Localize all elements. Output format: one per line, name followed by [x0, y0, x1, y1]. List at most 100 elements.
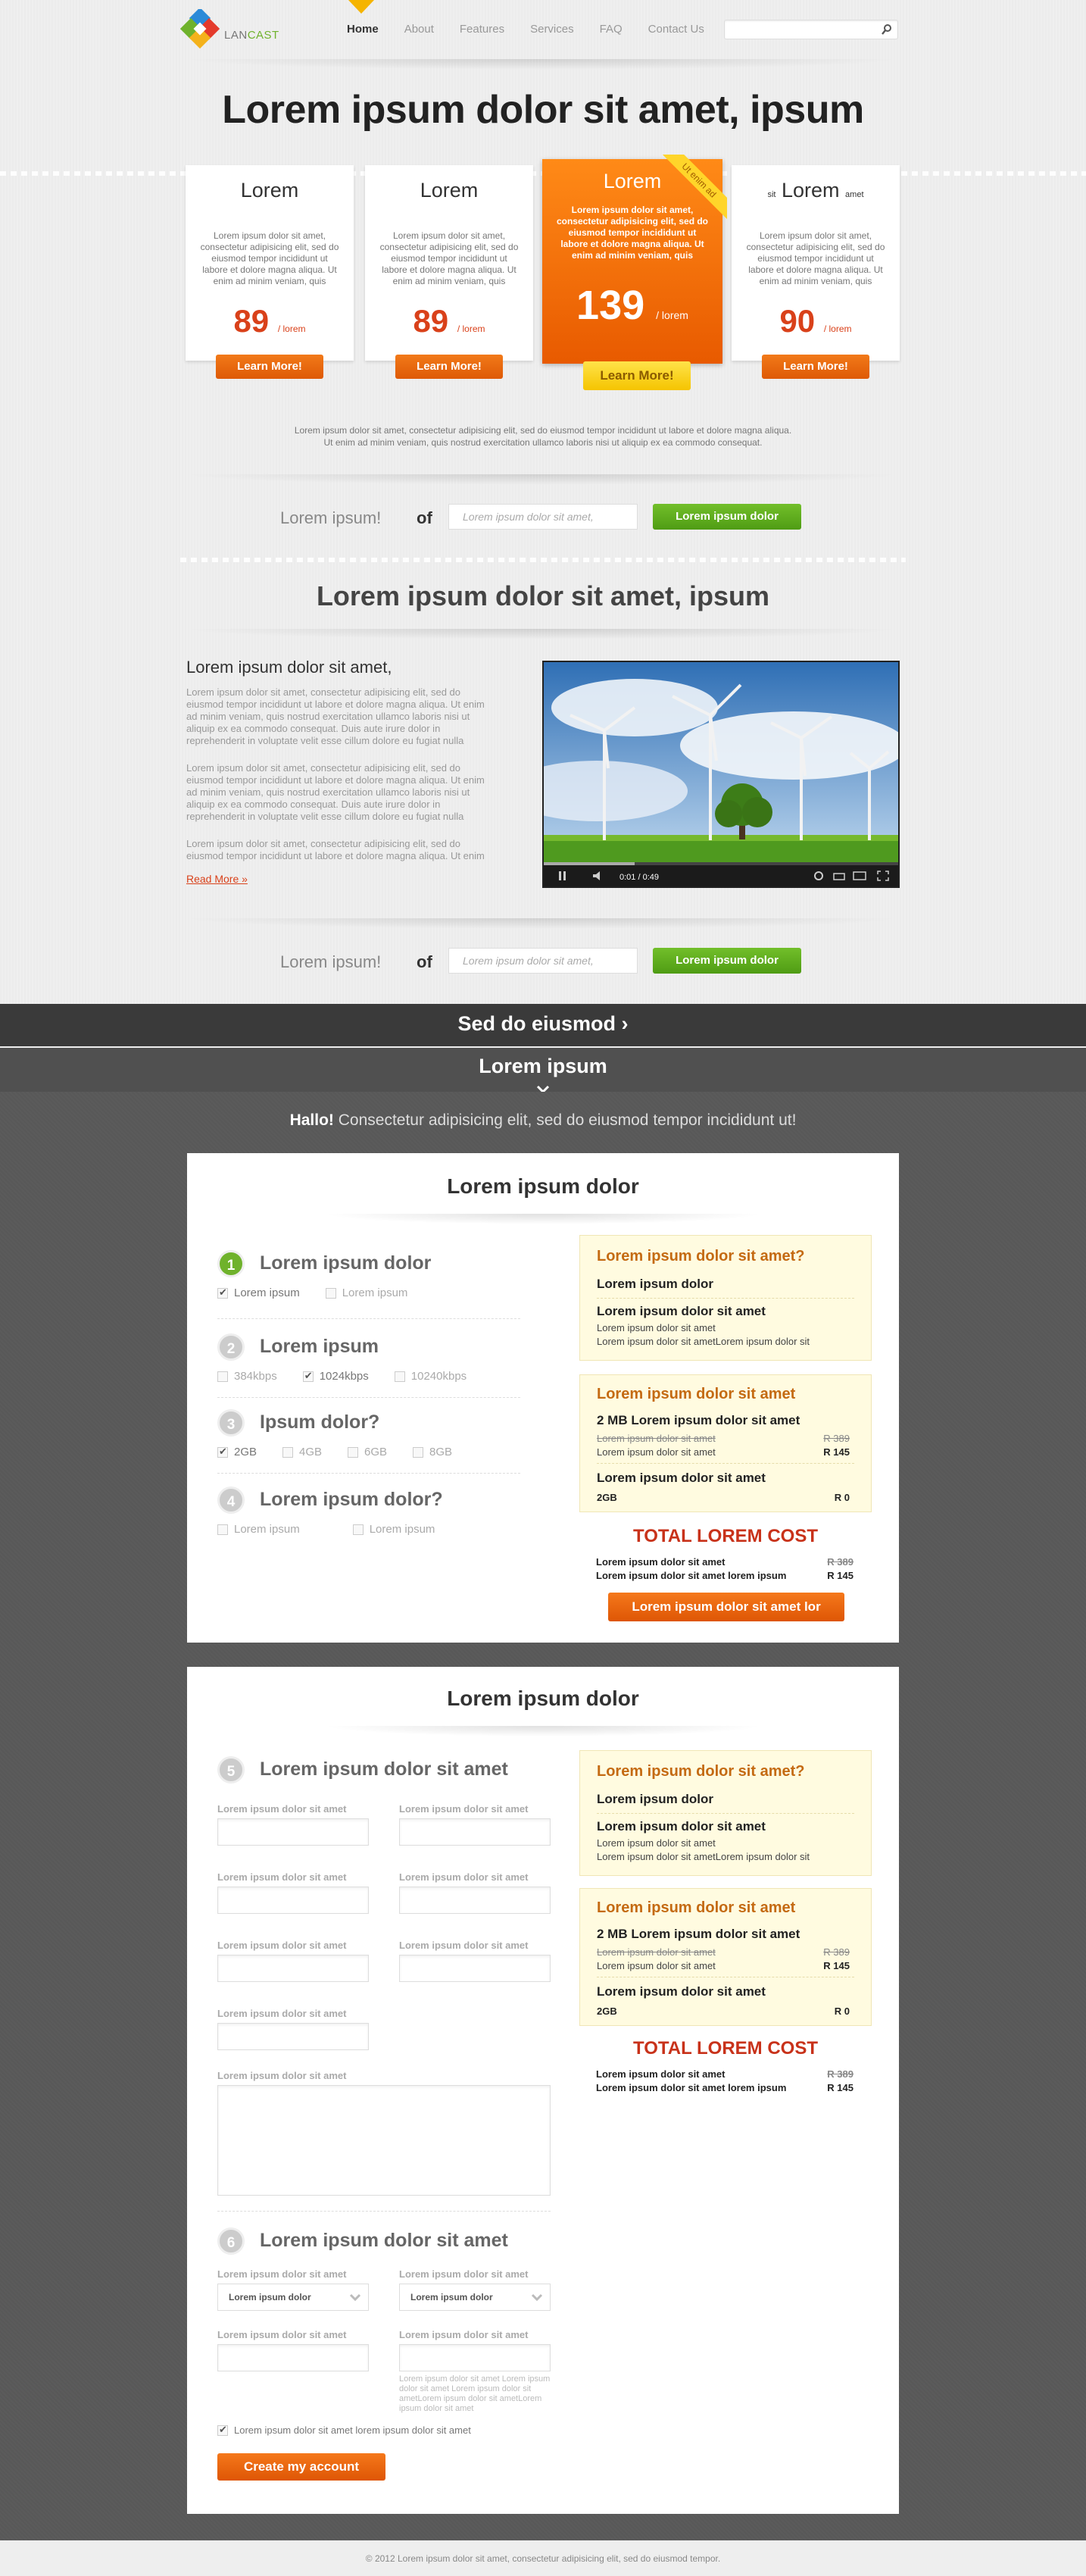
option-checkbox[interactable]: 6GB: [348, 1446, 387, 1458]
pricing-note: Lorem ipsum dolor sit amet, consectetur …: [294, 425, 792, 448]
fullscreen-icon[interactable]: [877, 871, 889, 881]
nav-faq[interactable]: FAQ: [600, 23, 623, 36]
pricing-plan-4: sit Lorem amet Lorem ipsum dolor sit ame…: [732, 165, 900, 379]
step-title: Lorem ipsum dolor sit amet: [260, 2230, 508, 2251]
summary-box-1: Lorem ipsum dolor sit amet? Lorem ipsum …: [579, 1750, 872, 1876]
hero-title: Lorem ipsum dolor sit amet, ipsum: [222, 88, 864, 132]
pricing-plan-1: Lorem Lorem ipsum dolor sit amet, consec…: [186, 165, 354, 379]
step-number: 6: [217, 2227, 245, 2255]
plan-description: Lorem ipsum dolor sit amet, consectetur …: [746, 230, 885, 286]
option-checkbox[interactable]: Lorem ipsum: [325, 1286, 407, 1299]
summary-value: R 389: [823, 1433, 850, 1444]
select-dropdown[interactable]: Lorem ipsum dolor: [217, 2284, 369, 2311]
learn-more-button[interactable]: Learn More!: [395, 355, 503, 379]
signup-label: Lorem ipsum!: [280, 508, 382, 527]
step-number: 1: [217, 1250, 245, 1277]
nav-features[interactable]: Features: [460, 23, 504, 36]
plan-title: Lorem: [420, 179, 479, 202]
volume-icon[interactable]: [592, 871, 606, 881]
option-checkbox[interactable]: 384kbps: [217, 1370, 277, 1383]
small-player-icon[interactable]: [833, 871, 845, 880]
plan-price: 139 / lorem: [576, 283, 688, 328]
learn-more-button[interactable]: Learn More!: [583, 361, 691, 390]
continue-button[interactable]: Lorem ipsum dolor sit amet lor: [608, 1593, 844, 1621]
select-dropdown[interactable]: Lorem ipsum dolor: [399, 2284, 551, 2311]
nav-contact[interactable]: Contact Us: [648, 23, 704, 36]
field-label: Lorem ipsum dolor sit amet: [217, 1871, 347, 1883]
field-label: Lorem ipsum dolor sit amet: [217, 2329, 347, 2340]
read-more-link[interactable]: Read More »: [186, 873, 248, 885]
signup-bar: Lorem ipsum! of Lorem ipsum dolor sit am…: [280, 504, 810, 534]
field-label: Lorem ipsum dolor sit amet: [217, 2268, 347, 2280]
step-title: Ipsum dolor?: [260, 1411, 380, 1433]
step-divider: [217, 1397, 520, 1398]
main-nav: Home About Features Services FAQ Contact…: [347, 23, 730, 36]
total-row: Lorem ipsum dolor sit amet R 389: [596, 1556, 854, 1568]
summary-sub: Lorem ipsum dolor sit amet: [597, 1322, 716, 1333]
agree-checkbox[interactable]: Lorem ipsum dolor sit amet lorem ipsum d…: [217, 2424, 471, 2436]
learn-more-button[interactable]: Learn More!: [762, 355, 869, 379]
total-row: Lorem ipsum dolor sit amet R 389: [596, 2068, 854, 2080]
plan-description: Lorem ipsum dolor sit amet, consectetur …: [200, 230, 339, 286]
about-paragraph: Lorem ipsum dolor sit amet, consectetur …: [186, 838, 485, 861]
summary-row: Lorem ipsum dolor sit amet: [597, 1946, 716, 1958]
create-account-button[interactable]: Create my account: [217, 2453, 385, 2481]
plan-title: sit Lorem amet: [767, 179, 864, 202]
nav-home[interactable]: Home: [347, 23, 379, 36]
option-checkbox[interactable]: 8GB: [413, 1446, 452, 1458]
signup-input[interactable]: Lorem ipsum dolor sit amet,: [448, 504, 638, 530]
signup-button[interactable]: Lorem ipsum dolor: [653, 948, 801, 974]
text-field[interactable]: [399, 1955, 551, 1982]
card-title: Lorem ipsum dolor: [447, 1687, 639, 1710]
logo[interactable]: LANCAST: [180, 9, 279, 55]
settings-gear-icon[interactable]: [813, 871, 824, 881]
option-checkbox[interactable]: 1024kbps: [302, 1370, 369, 1383]
nav-about[interactable]: About: [404, 23, 434, 36]
logo-mark-icon: [180, 9, 220, 49]
signup-button[interactable]: Lorem ipsum dolor: [653, 504, 801, 530]
text-field[interactable]: [217, 2023, 369, 2050]
textarea-field[interactable]: [217, 2085, 551, 2196]
field-label: Lorem ipsum dolor sit amet: [217, 2070, 347, 2081]
field-label: Lorem ipsum dolor sit amet: [217, 1940, 347, 1951]
nav-services[interactable]: Services: [530, 23, 574, 36]
summary-value: R 145: [823, 1960, 850, 1971]
card-divider: [323, 1726, 763, 1737]
large-player-icon[interactable]: [853, 871, 866, 881]
field-label: Lorem ipsum dolor sit amet: [399, 1871, 529, 1883]
text-field[interactable]: [217, 1818, 369, 1846]
option-checkbox[interactable]: 4GB: [282, 1446, 322, 1458]
video-thumbnail: [544, 662, 898, 867]
search-input[interactable]: [724, 20, 898, 39]
field-hint: Lorem ipsum dolor sit amet Lorem ipsum d…: [399, 2374, 551, 2413]
learn-more-button[interactable]: Learn More!: [216, 355, 323, 379]
signup-input[interactable]: Lorem ipsum dolor sit amet,: [448, 948, 638, 974]
text-field[interactable]: [399, 1887, 551, 1914]
option-checkbox[interactable]: Lorem ipsum: [217, 1523, 300, 1536]
plan-price: 89 / lorem: [413, 303, 485, 339]
text-field[interactable]: [217, 1887, 369, 1914]
option-checkbox[interactable]: 2GB: [217, 1446, 257, 1458]
text-field[interactable]: [399, 1818, 551, 1846]
pause-icon[interactable]: [557, 871, 568, 881]
section-divider: [182, 474, 901, 485]
text-field[interactable]: [399, 2344, 551, 2371]
option-checkbox[interactable]: Lorem ipsum: [352, 1523, 435, 1536]
step-number: 2: [217, 1333, 245, 1361]
text-field[interactable]: [217, 1955, 369, 1982]
text-field[interactable]: [217, 2344, 369, 2371]
search-icon[interactable]: [881, 23, 893, 36]
about-title: Lorem ipsum dolor sit amet,: [186, 658, 392, 677]
option-checkbox[interactable]: 10240kbps: [394, 1370, 467, 1383]
signup-of: of: [417, 952, 432, 971]
summary-row: 2GB: [597, 1492, 617, 1503]
summary-title: Lorem ipsum dolor sit amet: [597, 1386, 796, 1402]
summary-line: Lorem ipsum dolor sit amet: [597, 1471, 766, 1485]
header-divider: [182, 59, 901, 70]
video-player[interactable]: 0:01 / 0:49: [542, 661, 900, 888]
field-label: Lorem ipsum dolor sit amet: [217, 1803, 347, 1815]
field-label: Lorem ipsum dolor sit amet: [399, 2268, 529, 2280]
band-title[interactable]: Sed do eiusmod ›: [0, 1012, 1086, 1036]
option-checkbox[interactable]: Lorem ipsum: [217, 1286, 300, 1299]
plan-price: 90 / lorem: [779, 303, 852, 339]
